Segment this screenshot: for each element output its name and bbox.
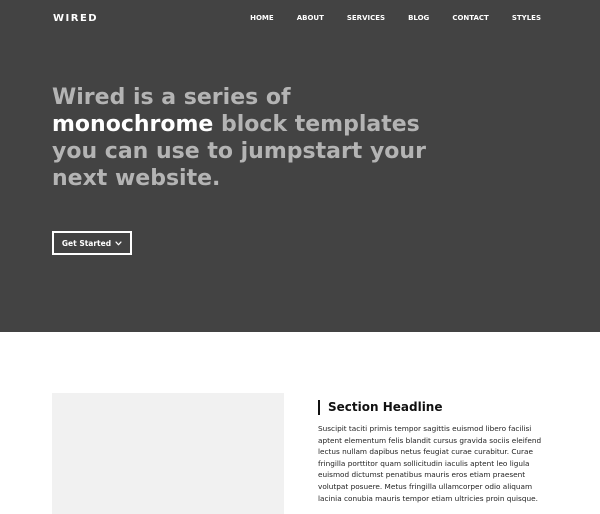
get-started-label: Get Started xyxy=(61,238,112,248)
section-body-text: Suscipit taciti primis tempor sagittis e… xyxy=(318,424,542,503)
chevron-down-icon xyxy=(115,240,122,245)
nav-menu: HOME ABOUT SERVICES BLOG CONTACT STYLES xyxy=(250,14,541,22)
headline-text-pre: Wired is a series of xyxy=(52,85,291,110)
nav-item-about[interactable]: ABOUT xyxy=(297,14,324,22)
section-headline: Section Headline xyxy=(318,400,443,415)
image-placeholder xyxy=(52,393,284,514)
brand-logo[interactable]: WIRED xyxy=(53,13,98,24)
top-nav: WIRED HOME ABOUT SERVICES BLOG CONTACT S… xyxy=(0,0,600,38)
nav-item-styles[interactable]: STYLES xyxy=(512,14,541,22)
feature-section: Section Headline Suscipit taciti primis … xyxy=(0,332,600,514)
nav-item-blog[interactable]: BLOG xyxy=(408,14,429,22)
hero-section: WIRED HOME ABOUT SERVICES BLOG CONTACT S… xyxy=(0,0,600,332)
get-started-button[interactable]: Get Started xyxy=(52,231,132,255)
hero-headline: Wired is a series of monochrome block te… xyxy=(52,84,432,192)
nav-item-services[interactable]: SERVICES xyxy=(347,14,385,22)
nav-item-home[interactable]: HOME xyxy=(250,14,274,22)
headline-emphasis: monochrome xyxy=(52,112,214,137)
nav-item-contact[interactable]: CONTACT xyxy=(452,14,489,22)
